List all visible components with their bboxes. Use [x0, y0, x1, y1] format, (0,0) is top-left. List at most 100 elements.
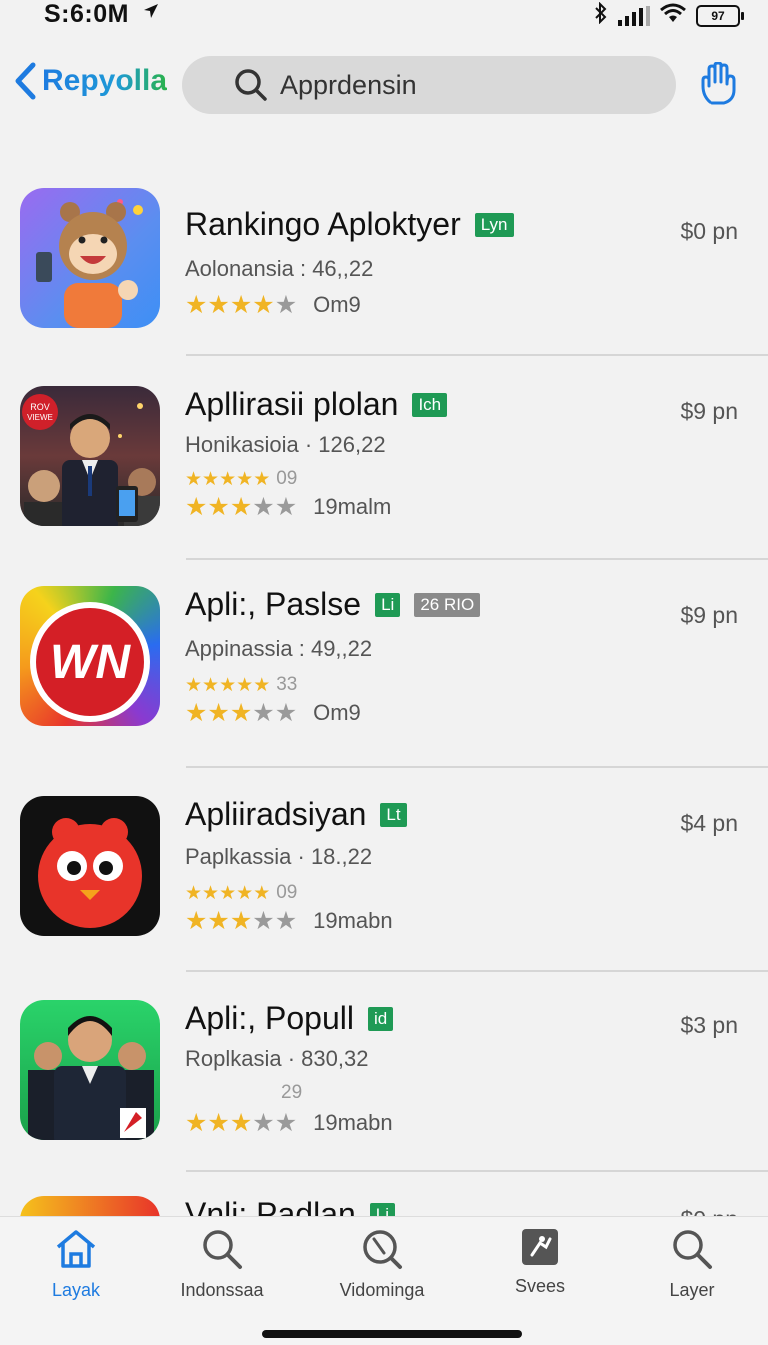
app-badge: Ich [412, 392, 448, 417]
star-icon: ★ [185, 492, 208, 521]
star-icon: ★ [185, 1108, 208, 1137]
bluetooth-icon [594, 1, 608, 29]
app-badge: Lt [380, 802, 407, 827]
divider [186, 970, 768, 972]
app-price[interactable]: $3 pn [680, 1012, 738, 1039]
star-icon: ★ [207, 290, 230, 319]
star-icon: ★ [202, 468, 220, 490]
tab-layak[interactable]: Layak [6, 1227, 146, 1301]
divider [186, 1170, 768, 1172]
home-icon [56, 1230, 96, 1268]
star-icon: ★ [219, 882, 237, 904]
star-icon: ★ [236, 674, 254, 696]
tab-svees[interactable]: Svees [470, 1227, 610, 1297]
divider [186, 354, 768, 356]
app-title: Apliiradsiyan Lt [185, 796, 407, 833]
star-icon: ★ [185, 906, 208, 935]
star-icon: ★ [185, 674, 203, 696]
app-icon-bear [20, 188, 160, 328]
status-time: S:6:0M [44, 0, 129, 28]
svg-text:VIEWE: VIEWE [27, 413, 53, 422]
tab-bar: Layak Indonssaa Vidominga Svees Layer [0, 1216, 768, 1345]
app-badge: Li [375, 592, 401, 617]
star-rating: ★ ★ ★ ★ ★ 19mabn [185, 908, 393, 934]
star-icon: ★ [229, 698, 253, 727]
star-icon: ★ [253, 674, 271, 696]
star-icon: ★ [274, 492, 298, 521]
star-icon: ★ [219, 468, 237, 490]
app-icon-wn: WN [20, 586, 160, 726]
tab-vidominga[interactable]: Vidominga [312, 1227, 452, 1301]
app-name: Apli:, Paslse [185, 586, 362, 622]
star-icon: ★ [229, 906, 253, 935]
app-name: Apllirasii plolan [185, 386, 399, 422]
search-field[interactable]: Apprdensin [182, 56, 676, 114]
wifi-icon [660, 3, 686, 28]
star-icon: ★ [185, 882, 203, 904]
app-title: Apllirasii plolan Ich [185, 386, 448, 423]
app-price[interactable]: $9 pn [680, 398, 738, 425]
app-price[interactable]: $4 pn [680, 810, 738, 837]
star-rating-small: ★ ★ ★ ★ ★ 09 [185, 468, 297, 490]
app-price[interactable]: $0 pn [680, 218, 738, 245]
rating-count: 09 [276, 882, 298, 903]
star-icon: ★ [207, 698, 230, 727]
app-title: Apli:, Popull id [185, 1000, 394, 1037]
tab-label: Layer [669, 1280, 715, 1300]
star-icon: ★ [202, 674, 220, 696]
star-rating-small: ★ ★ ★ ★ ★ 33 [185, 674, 297, 696]
search-input[interactable]: Apprdensin [280, 70, 417, 101]
divider [186, 766, 768, 768]
back-label: Repyolla [42, 64, 168, 97]
tab-indonssaa[interactable]: Indonssaa [152, 1227, 292, 1301]
app-name: Apliiradsiyan [185, 796, 367, 832]
app-name: Apli:, Popull [185, 1000, 354, 1036]
star-rating-small: 29 [185, 1082, 302, 1104]
star-icon: ★ [207, 1108, 230, 1137]
star-icon: ★ [252, 492, 275, 521]
divider [186, 558, 768, 560]
star-icon: ★ [219, 674, 237, 696]
rating-count: 19mabn [313, 908, 393, 933]
app-title: Apli:, Paslse Li 26 RIO [185, 586, 481, 623]
svg-text:ROV: ROV [30, 402, 50, 412]
star-rating: ★ ★ ★ ★ ★ Om9 [185, 292, 361, 318]
back-button[interactable]: Repyolla [14, 62, 167, 100]
app-price[interactable]: $9 pn [680, 602, 738, 629]
star-icon: ★ [252, 698, 275, 727]
star-icon: ★ [185, 468, 203, 490]
search-icon [203, 1230, 242, 1269]
games-icon [522, 1229, 558, 1265]
tab-layer[interactable]: Layer [622, 1227, 762, 1301]
star-icon: ★ [229, 492, 253, 521]
star-icon: ★ [253, 882, 271, 904]
rating-count: 19mabn [313, 1110, 393, 1135]
app-category: Roplkasia · 830,32 [185, 1046, 369, 1071]
star-icon: ★ [202, 882, 220, 904]
star-rating: ★ ★ ★ ★ ★ Om9 [185, 700, 361, 726]
app-category: Honikasioia · 126,22 [185, 432, 386, 457]
star-icon: ★ [252, 1108, 275, 1137]
star-icon: ★ [274, 698, 298, 727]
tab-label: Indonssaa [180, 1280, 264, 1300]
app-title: Rankingo Aploktyer Lyn [185, 206, 514, 243]
status-bar: S:6:0M 97 [0, 0, 768, 36]
search-icon [673, 1230, 712, 1269]
location-arrow-icon [142, 2, 160, 25]
app-category: Aolonansia : 46,,22 [185, 256, 374, 281]
app-badge: id [367, 1006, 394, 1031]
star-rating-small: ★ ★ ★ ★ ★ 09 [185, 882, 297, 904]
app-icon-people [20, 1000, 160, 1140]
star-icon: ★ [274, 906, 298, 935]
app-icon-red-creature [20, 796, 160, 936]
hand-gesture-icon[interactable] [700, 61, 738, 111]
star-icon: ★ [252, 290, 275, 319]
star-icon: ★ [207, 906, 230, 935]
star-icon: ★ [274, 290, 298, 319]
signal-icon [618, 5, 650, 26]
app-category: Paplkassia · 18.,22 [185, 844, 373, 869]
star-icon: ★ [207, 492, 230, 521]
star-rating: ★ ★ ★ ★ ★ 19malm [185, 494, 391, 520]
app-icon-news: ROV VIEWE [20, 386, 160, 526]
rating-count: 29 [281, 1082, 303, 1103]
